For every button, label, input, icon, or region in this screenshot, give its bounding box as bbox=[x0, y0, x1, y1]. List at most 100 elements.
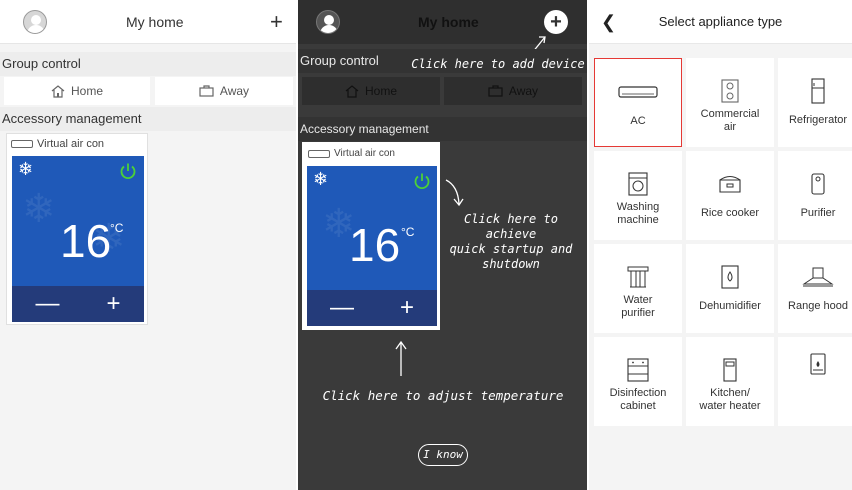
dehumidifier-icon bbox=[686, 264, 774, 290]
device-name: Virtual air con bbox=[334, 148, 395, 159]
away-mode-button[interactable]: Away bbox=[155, 77, 293, 105]
ac-icon bbox=[595, 79, 681, 105]
page-title: My home bbox=[418, 14, 479, 30]
i-know-button[interactable]: I know bbox=[418, 444, 468, 466]
power-icon[interactable] bbox=[413, 172, 431, 190]
appliance-label: Dehumidifier bbox=[699, 300, 761, 312]
refrigerator-icon bbox=[778, 78, 852, 104]
device-card[interactable]: Virtual air con ❄ ❄ ❄ 16 °C — + bbox=[6, 133, 148, 325]
disinfection-cabinet-icon bbox=[594, 357, 682, 383]
appliance-label-line: water heater bbox=[699, 400, 761, 412]
ac-display: ❄ ❄ ❄ 16 °C bbox=[12, 156, 144, 286]
appliance-label-line: Disinfection bbox=[609, 387, 667, 399]
appliance-tile-water-heater[interactable]: Kitchen/water heater bbox=[686, 337, 774, 426]
appliance-label: Commercial air bbox=[686, 108, 774, 134]
commercial-air-icon bbox=[686, 78, 774, 104]
away-mode-label: Away bbox=[219, 84, 250, 98]
suitcase-icon bbox=[488, 85, 503, 97]
temperature-controls: — + bbox=[307, 290, 437, 326]
temperature-value: 16 bbox=[60, 215, 112, 267]
range-hood-icon bbox=[778, 264, 852, 290]
temperature-value: 16 bbox=[349, 219, 401, 271]
ac-display: ❄ ❄ 16 °C bbox=[307, 166, 437, 290]
accessory-heading: Accessory management bbox=[298, 117, 587, 141]
decrease-temperature-button[interactable]: — bbox=[330, 296, 354, 320]
home-mode-label: Home bbox=[364, 84, 397, 98]
appliance-label-line: Washing bbox=[616, 201, 660, 213]
appliance-tile-dehumidifier[interactable]: Dehumidifier bbox=[686, 244, 774, 333]
appliance-label: Purifier bbox=[800, 207, 836, 219]
appliance-label: AC bbox=[630, 115, 646, 127]
water-heater-icon bbox=[686, 357, 774, 383]
device-label: Virtual air con bbox=[11, 138, 104, 150]
home-header: My home + bbox=[0, 0, 296, 44]
avatar bbox=[316, 10, 340, 34]
temperature-hint: Click here to adjust temperature bbox=[322, 388, 564, 403]
appliance-label-line: Water bbox=[623, 294, 653, 306]
device-name: Virtual air con bbox=[37, 138, 105, 150]
select-appliance-screen: ❮ Select appliance type AC Commercial air… bbox=[589, 0, 852, 490]
appliance-tile-refrigerator[interactable]: Refrigerator bbox=[778, 58, 852, 147]
avatar[interactable] bbox=[23, 10, 47, 34]
arrow-up-icon bbox=[395, 340, 407, 376]
appliance-label: Refrigerator bbox=[788, 114, 848, 126]
appliance-label: Kitchen/water heater bbox=[686, 387, 774, 413]
house-icon bbox=[345, 84, 359, 98]
home-mode-button: Home bbox=[302, 77, 440, 105]
appliance-tile-washing-machine[interactable]: Washing machine bbox=[594, 151, 682, 240]
power-icon[interactable] bbox=[119, 162, 137, 180]
page-title: Select appliance type bbox=[658, 14, 783, 29]
ac-icon bbox=[308, 149, 330, 158]
appliance-label-line: Kitchen/ bbox=[710, 387, 750, 399]
increase-temperature-button[interactable]: + bbox=[400, 296, 414, 320]
add-device-icon[interactable]: + bbox=[544, 10, 568, 34]
accessory-heading: Accessory management bbox=[0, 107, 296, 131]
power-hint-line: quick startup and bbox=[449, 242, 573, 256]
washing-machine-icon bbox=[594, 171, 682, 197]
device-card[interactable]: Virtual air con ❄ ❄ 16 °C — + bbox=[302, 142, 440, 330]
power-hint-line: Click here to achieve bbox=[464, 212, 558, 241]
appliance-tile-ac[interactable]: AC bbox=[594, 58, 682, 147]
group-control-heading: Group control bbox=[0, 52, 296, 76]
appliance-label-line: purifier bbox=[621, 307, 655, 319]
add-device-hint: Click here to add device bbox=[411, 57, 585, 71]
house-icon bbox=[51, 84, 65, 98]
away-mode-label: Away bbox=[508, 84, 539, 98]
purifier-icon bbox=[778, 171, 852, 197]
snowflake-icon: ❄ bbox=[313, 169, 329, 189]
appliance-tile-purifier[interactable]: Purifier bbox=[778, 151, 852, 240]
appliance-label: Water purifier bbox=[594, 294, 682, 320]
appliance-label: Rice cooker bbox=[700, 207, 760, 219]
appliance-tile-disinfection-cabinet[interactable]: Disinfection cabinet bbox=[594, 337, 682, 426]
water-purifier-icon bbox=[594, 264, 682, 290]
appliance-label-line: air bbox=[723, 121, 737, 133]
temperature-unit: °C bbox=[110, 221, 124, 235]
appliance-tile-commercial-air[interactable]: Commercial air bbox=[686, 58, 774, 147]
select-header: ❮ Select appliance type bbox=[589, 0, 852, 44]
page-title: My home bbox=[126, 14, 184, 30]
appliance-tile-range-hood[interactable]: Range hood bbox=[778, 244, 852, 333]
power-hint: Click here to achieve quick startup and … bbox=[438, 212, 584, 272]
appliance-label: Washing machine bbox=[594, 201, 682, 227]
appliance-tile-boiler[interactable] bbox=[778, 337, 852, 426]
suitcase-icon bbox=[199, 85, 214, 97]
appliance-tile-water-purifier[interactable]: Water purifier bbox=[594, 244, 682, 333]
plus-icon[interactable]: + bbox=[270, 11, 283, 33]
home-screen: My home + Group control Home Away Access… bbox=[0, 0, 296, 490]
increase-temperature-button[interactable]: + bbox=[106, 292, 120, 316]
boiler-icon bbox=[778, 351, 852, 377]
arrow-down-right-icon bbox=[445, 179, 464, 207]
appliance-label-line: machine bbox=[617, 214, 659, 226]
temperature-controls: — + bbox=[12, 286, 144, 322]
appliance-label: Range hood bbox=[788, 300, 848, 312]
snowflake-icon: ❄ bbox=[18, 159, 34, 179]
home-mode-button[interactable]: Home bbox=[4, 77, 150, 105]
guide-overlay-screen: My home + Group control Click here to ad… bbox=[298, 0, 587, 490]
temperature-unit: °C bbox=[401, 225, 415, 239]
tutorial-screens: My home + Group control Home Away Access… bbox=[0, 0, 852, 490]
background-snowflake-icon: ❄ bbox=[22, 187, 56, 231]
home-mode-label: Home bbox=[70, 84, 103, 98]
appliance-tile-rice-cooker[interactable]: Rice cooker bbox=[686, 151, 774, 240]
decrease-temperature-button[interactable]: — bbox=[35, 292, 59, 316]
device-label: Virtual air con bbox=[308, 148, 395, 159]
